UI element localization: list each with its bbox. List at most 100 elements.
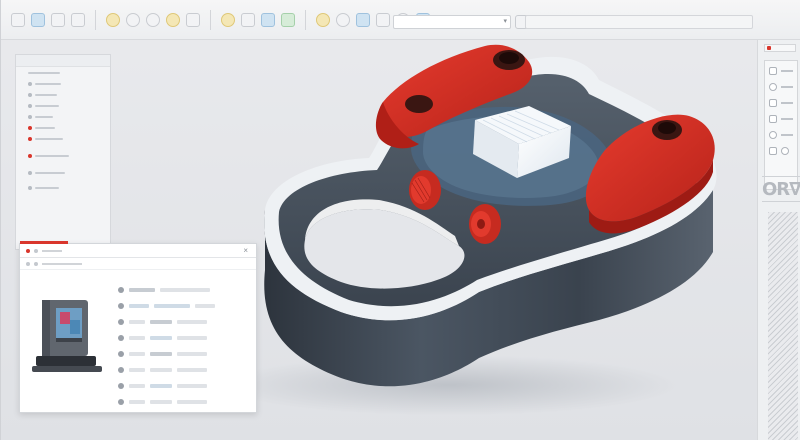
shading-icon[interactable] xyxy=(769,131,777,139)
section-icon[interactable] xyxy=(376,12,390,27)
panel-dot-icon xyxy=(34,248,38,253)
feature-icon xyxy=(28,125,32,130)
tree-item[interactable] xyxy=(16,89,110,100)
toolbar-divider xyxy=(305,9,306,30)
tree-item[interactable] xyxy=(16,150,110,161)
table-row[interactable] xyxy=(118,394,248,410)
tool-row[interactable] xyxy=(769,67,793,75)
tool-row[interactable] xyxy=(769,115,793,123)
table-cell xyxy=(177,368,207,372)
tool-row[interactable] xyxy=(769,99,793,107)
panel-sub-line xyxy=(42,262,82,265)
view-dropdown[interactable] xyxy=(525,15,753,29)
hatch-pattern xyxy=(768,212,798,440)
tree-item[interactable] xyxy=(16,100,110,111)
tree-item[interactable] xyxy=(16,182,110,193)
feature-tree-header xyxy=(16,55,110,67)
tree-item-label xyxy=(35,115,53,118)
tree-item[interactable] xyxy=(16,111,110,122)
redo-icon[interactable] xyxy=(126,12,140,27)
panel-status-icon xyxy=(26,248,30,253)
tree-item-label xyxy=(28,71,60,74)
row-icon xyxy=(118,367,124,373)
tool-label xyxy=(781,134,793,136)
chamfer-icon[interactable] xyxy=(241,12,255,27)
table-row[interactable] xyxy=(118,314,248,330)
tree-item-label xyxy=(35,104,59,107)
table-cell xyxy=(177,320,207,324)
table-cell xyxy=(129,288,155,292)
table-cell xyxy=(129,400,145,404)
lock-icon[interactable] xyxy=(769,147,777,155)
tree-item[interactable] xyxy=(16,167,110,178)
row-icon xyxy=(118,399,124,405)
row-icon xyxy=(118,303,124,309)
table-row[interactable] xyxy=(118,330,248,346)
tree-item-label xyxy=(35,82,61,85)
panel-tab[interactable] xyxy=(764,44,796,52)
table-cell xyxy=(150,368,172,372)
pan-icon[interactable] xyxy=(769,83,777,91)
close-icon[interactable]: × xyxy=(243,246,248,255)
orbit-icon[interactable] xyxy=(336,12,350,27)
panel-sort-icon[interactable] xyxy=(34,261,38,266)
printer-thumbnail xyxy=(32,286,112,386)
tree-item[interactable] xyxy=(16,67,110,78)
feature-tree-panel xyxy=(15,54,111,250)
file-icon[interactable] xyxy=(11,12,25,27)
measure-icon[interactable] xyxy=(261,12,275,27)
hole-depth xyxy=(499,52,519,64)
fillet-icon[interactable] xyxy=(221,12,235,27)
panel-accent-bar xyxy=(20,241,68,244)
body-icon xyxy=(28,185,32,190)
cut-icon[interactable] xyxy=(186,12,200,27)
table-row[interactable] xyxy=(118,282,248,298)
tool-label xyxy=(781,102,793,104)
panel-filter-icon[interactable] xyxy=(26,261,30,266)
tool-label xyxy=(781,70,793,72)
grid-icon[interactable] xyxy=(781,147,789,155)
tree-item[interactable] xyxy=(16,122,110,133)
tree-item[interactable] xyxy=(16,133,110,144)
feature-icon xyxy=(28,136,32,141)
tree-item[interactable] xyxy=(16,78,110,89)
rotate-icon[interactable] xyxy=(769,99,777,107)
view-icon[interactable] xyxy=(316,12,330,27)
table-row[interactable] xyxy=(118,298,248,314)
fit-icon[interactable] xyxy=(769,115,777,123)
row-icon xyxy=(118,383,124,389)
left-flange-hole[interactable] xyxy=(405,95,433,113)
folder-icon xyxy=(28,81,32,86)
search-input[interactable]: ▾ xyxy=(393,15,511,29)
boss-right-hole xyxy=(477,219,485,229)
undo-icon[interactable] xyxy=(106,12,120,27)
save-icon[interactable] xyxy=(51,12,65,27)
tool-row[interactable] xyxy=(769,131,793,139)
tree-item-label xyxy=(35,93,57,96)
view-tools xyxy=(764,60,798,190)
table-cell xyxy=(177,400,207,404)
extrude-icon[interactable] xyxy=(166,12,180,27)
table-cell xyxy=(129,352,145,356)
copy-icon[interactable] xyxy=(71,12,85,27)
tree-item-label xyxy=(35,154,69,157)
sketch-icon[interactable] xyxy=(146,12,160,27)
panel-title-line xyxy=(42,249,62,252)
table-row[interactable] xyxy=(118,362,248,378)
zoom-icon[interactable] xyxy=(769,67,777,75)
right-tool-panel: OR∇ xyxy=(757,40,800,440)
hole-depth xyxy=(658,122,676,134)
table-cell xyxy=(177,352,207,356)
table-row[interactable] xyxy=(118,346,248,362)
open-icon[interactable] xyxy=(31,12,45,27)
row-icon xyxy=(118,287,124,293)
tool-row[interactable] xyxy=(769,147,793,155)
tool-row[interactable] xyxy=(769,83,793,91)
brand-logo: OR∇ xyxy=(762,176,800,202)
chevron-down-icon[interactable]: ▾ xyxy=(503,16,507,28)
sketch-feature-icon xyxy=(28,170,32,175)
pattern-icon[interactable] xyxy=(281,12,295,27)
tree-item-label xyxy=(35,186,59,189)
table-row[interactable] xyxy=(118,378,248,394)
render-icon[interactable] xyxy=(356,12,370,27)
